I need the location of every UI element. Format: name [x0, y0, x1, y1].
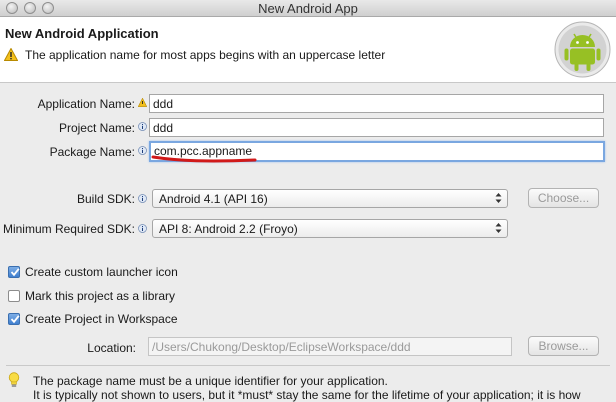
footer-line-2: It is typically not shown to users, but …	[33, 388, 581, 402]
updown-arrows-icon	[495, 223, 502, 233]
min-sdk-select[interactable]: API 8: Android 2.2 (Froyo)	[152, 219, 508, 238]
project-name-field[interactable]: ddd	[149, 118, 604, 137]
warning-icon	[138, 98, 147, 107]
application-name-field[interactable]: ddd	[149, 94, 604, 113]
window-title: New Android App	[258, 1, 358, 16]
page-title: New Android Application	[5, 26, 159, 41]
android-logo-icon	[554, 21, 611, 78]
choose-button[interactable]: Choose...	[528, 188, 599, 208]
workspace-label: Create Project in Workspace	[25, 312, 178, 326]
divider	[6, 365, 610, 366]
launcher-icon-label: Create custom launcher icon	[25, 265, 178, 279]
lightbulb-icon	[8, 372, 20, 387]
browse-button[interactable]: Browse...	[528, 336, 599, 356]
info-icon	[138, 194, 147, 203]
updown-arrows-icon	[495, 193, 502, 203]
footer-line-1: The package name must be a unique identi…	[33, 374, 388, 388]
info-icon	[138, 146, 147, 155]
package-name-label: Package Name:	[49, 145, 135, 159]
checkmark-icon	[10, 315, 20, 324]
project-name-label: Project Name:	[58, 121, 135, 135]
workspace-checkbox[interactable]	[8, 313, 20, 325]
application-name-label: Application Name:	[37, 97, 135, 111]
header-message: The application name for most apps begin…	[25, 48, 386, 62]
library-label: Mark this project as a library	[25, 289, 176, 303]
info-icon	[138, 224, 147, 233]
min-sdk-label: Minimum Required SDK:	[2, 222, 135, 236]
warning-icon	[4, 48, 18, 61]
location-field[interactable]: /Users/Chukong/Desktop/EclipseWorkspace/…	[148, 337, 512, 356]
red-underline-annotation	[151, 155, 257, 163]
library-checkbox[interactable]	[8, 290, 20, 302]
launcher-icon-checkbox[interactable]	[8, 266, 20, 278]
min-sdk-value: API 8: Android 2.2 (Froyo)	[159, 222, 298, 236]
build-sdk-label: Build SDK:	[76, 192, 135, 206]
checkmark-icon	[10, 268, 20, 277]
build-sdk-value: Android 4.1 (API 16)	[159, 192, 268, 206]
info-icon	[138, 122, 147, 131]
wizard-header: New Android Application The application …	[0, 17, 616, 83]
title-bar: New Android App	[0, 0, 616, 17]
build-sdk-select[interactable]: Android 4.1 (API 16)	[152, 189, 508, 208]
location-label: Location:	[87, 341, 136, 355]
